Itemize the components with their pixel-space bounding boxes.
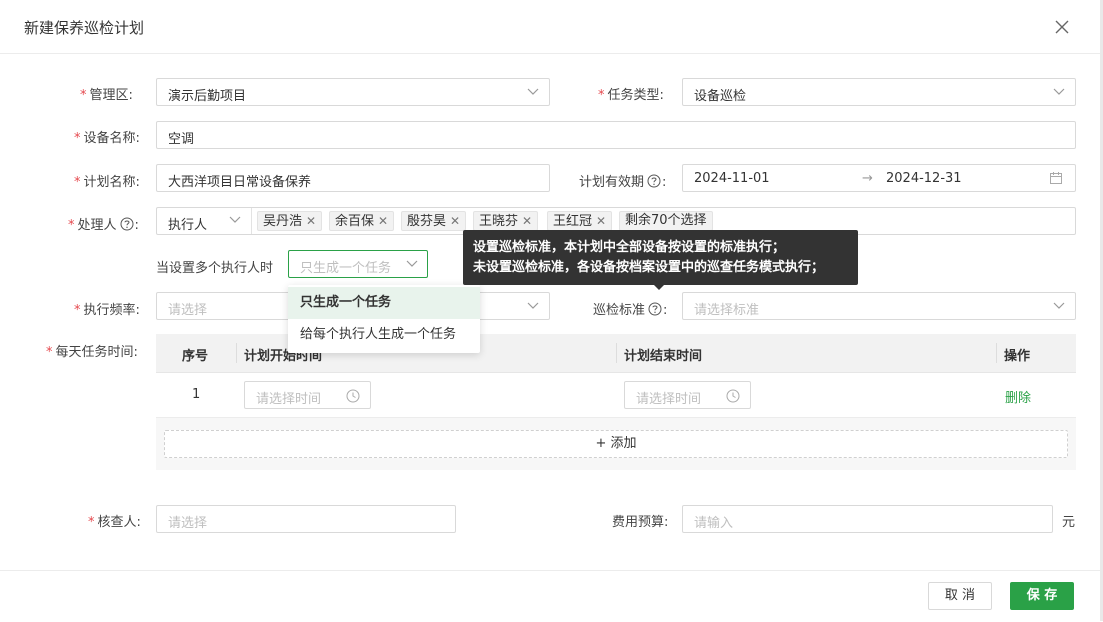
tooltip-arrow xyxy=(654,285,664,290)
handler-tag[interactable]: 吴丹浩 ✕ xyxy=(257,211,323,231)
standard-tooltip: 设置巡检标准，本计划中全部设备按设置的标准执行； 未设置巡检标准，各设备按档案设… xyxy=(463,230,858,290)
handler-role-value: 执行人 xyxy=(168,218,208,233)
reviewer-placeholder: 请选择 xyxy=(168,516,208,531)
chevron-down-icon xyxy=(527,302,539,309)
handler-more-tag[interactable]: 剩余70个选择 xyxy=(619,211,713,231)
question-icon[interactable] xyxy=(647,174,661,188)
add-row-button[interactable]: + 添加 xyxy=(164,430,1068,458)
close-icon[interactable]: ✕ xyxy=(596,214,606,228)
validity-label: 计划有效期: xyxy=(579,174,667,190)
calendar-icon xyxy=(1050,172,1062,184)
multi-executor-placeholder: 只生成一个任务 xyxy=(300,261,392,276)
device-name-label: * 设备名称: xyxy=(74,131,140,146)
dropdown-option-each[interactable]: 给每个执行人生成一个任务 xyxy=(288,319,480,351)
frequency-label: * 执行频率: xyxy=(74,303,140,318)
range-arrow: → xyxy=(862,171,873,186)
chevron-down-icon xyxy=(1053,88,1065,95)
cancel-button[interactable]: 取 消 xyxy=(928,582,992,610)
device-name-value: 空调 xyxy=(168,132,195,147)
header-end: 计划结束时间 xyxy=(624,349,703,364)
device-name-input[interactable]: 空调 xyxy=(156,121,1076,149)
tooltip-line-2: 未设置巡检标准，各设备按档案设置中的巡查任务模式执行； xyxy=(473,260,825,275)
chevron-down-icon xyxy=(229,216,241,223)
dropdown-option-single[interactable]: 只生成一个任务 xyxy=(288,287,480,319)
standard-placeholder: 请选择标准 xyxy=(694,303,760,318)
header-divider xyxy=(236,343,237,363)
end-time-picker[interactable]: 请选择时间 xyxy=(624,381,751,409)
budget-placeholder: 请输入 xyxy=(694,516,734,531)
dialog-title: 新建保养巡检计划 xyxy=(24,19,145,37)
plan-name-input[interactable]: 大西洋项目日常设备保养 xyxy=(156,164,550,192)
budget-unit: 元 xyxy=(1062,515,1076,530)
plan-name-label: * 计划名称: xyxy=(74,175,140,190)
budget-input[interactable]: 请输入 xyxy=(682,505,1053,533)
task-type-select[interactable]: 设备巡检 xyxy=(682,78,1076,106)
handler-tag[interactable]: 王红冠 ✕ xyxy=(547,211,613,231)
row-index: 1 xyxy=(192,387,201,402)
management-area-label: * 管理区: xyxy=(80,88,133,103)
handler-tag[interactable]: 殷芬昊 ✕ xyxy=(401,211,467,231)
close-icon[interactable]: ✕ xyxy=(306,214,316,228)
delete-row-link[interactable]: 删除 xyxy=(1005,387,1031,406)
management-area-value: 演示后勤项目 xyxy=(168,89,247,104)
budget-label: 费用预算: xyxy=(612,515,669,530)
standard-label: 巡检标准: xyxy=(593,302,668,318)
header-index: 序号 xyxy=(182,349,209,364)
validity-end: 2024-12-31 xyxy=(886,171,962,186)
dialog-footer: 取 消 保 存 xyxy=(0,570,1100,622)
daily-time-label: * 每天任务时间: xyxy=(46,345,138,360)
close-icon[interactable]: ✕ xyxy=(522,214,532,228)
tooltip-line-1: 设置巡检标准，本计划中全部设备按设置的标准执行； xyxy=(473,240,786,255)
daily-time-table: 序号 计划开始时间 计划结束时间 操作 1 请选择时间 请选择时间 删除 + 添… xyxy=(156,334,1076,470)
save-button[interactable]: 保 存 xyxy=(1010,582,1074,610)
task-type-value: 设备巡检 xyxy=(694,89,747,104)
clock-icon xyxy=(726,389,740,403)
multi-executor-select[interactable]: 只生成一个任务 xyxy=(288,250,428,278)
close-icon[interactable]: ✕ xyxy=(450,214,460,228)
chevron-down-icon xyxy=(527,88,539,95)
handler-role-select[interactable]: 执行人 xyxy=(157,208,252,234)
question-icon[interactable] xyxy=(648,302,662,316)
standard-select[interactable]: 请选择标准 xyxy=(682,292,1076,320)
dialog-header: 新建保养巡检计划 xyxy=(0,0,1100,54)
handler-label: * 处理人: xyxy=(68,217,139,233)
header-action: 操作 xyxy=(1004,349,1031,364)
plan-name-value: 大西洋项目日常设备保养 xyxy=(168,175,312,190)
close-icon[interactable]: ✕ xyxy=(378,214,388,228)
header-divider xyxy=(616,343,617,363)
frequency-placeholder: 请选择 xyxy=(168,303,208,318)
start-time-placeholder: 请选择时间 xyxy=(256,392,322,407)
handler-tag[interactable]: 王晓芬 ✕ xyxy=(473,211,539,231)
reviewer-label: * 核查人: xyxy=(88,515,141,530)
header-divider xyxy=(996,343,997,363)
question-icon[interactable] xyxy=(120,217,134,231)
management-area-select[interactable]: 演示后勤项目 xyxy=(156,78,550,106)
chevron-down-icon xyxy=(1053,302,1065,309)
handler-tag[interactable]: 余百保 ✕ xyxy=(329,211,395,231)
validity-range-picker[interactable]: 2024-11-01 2024-12-31 xyxy=(682,164,1076,192)
table-row: 1 请选择时间 请选择时间 删除 xyxy=(156,373,1076,418)
end-time-placeholder: 请选择时间 xyxy=(636,392,702,407)
task-type-label: * 任务类型: xyxy=(598,88,664,103)
multi-executor-dropdown: 只生成一个任务 给每个执行人生成一个任务 xyxy=(288,285,480,353)
start-time-picker[interactable]: 请选择时间 xyxy=(244,381,371,409)
chevron-down-icon xyxy=(406,260,418,267)
validity-start: 2024-11-01 xyxy=(694,171,770,186)
multi-executor-label: 当设置多个执行人时 xyxy=(156,261,274,276)
clock-icon xyxy=(346,389,360,403)
close-icon[interactable] xyxy=(1052,17,1072,37)
reviewer-select[interactable]: 请选择 xyxy=(156,505,456,533)
